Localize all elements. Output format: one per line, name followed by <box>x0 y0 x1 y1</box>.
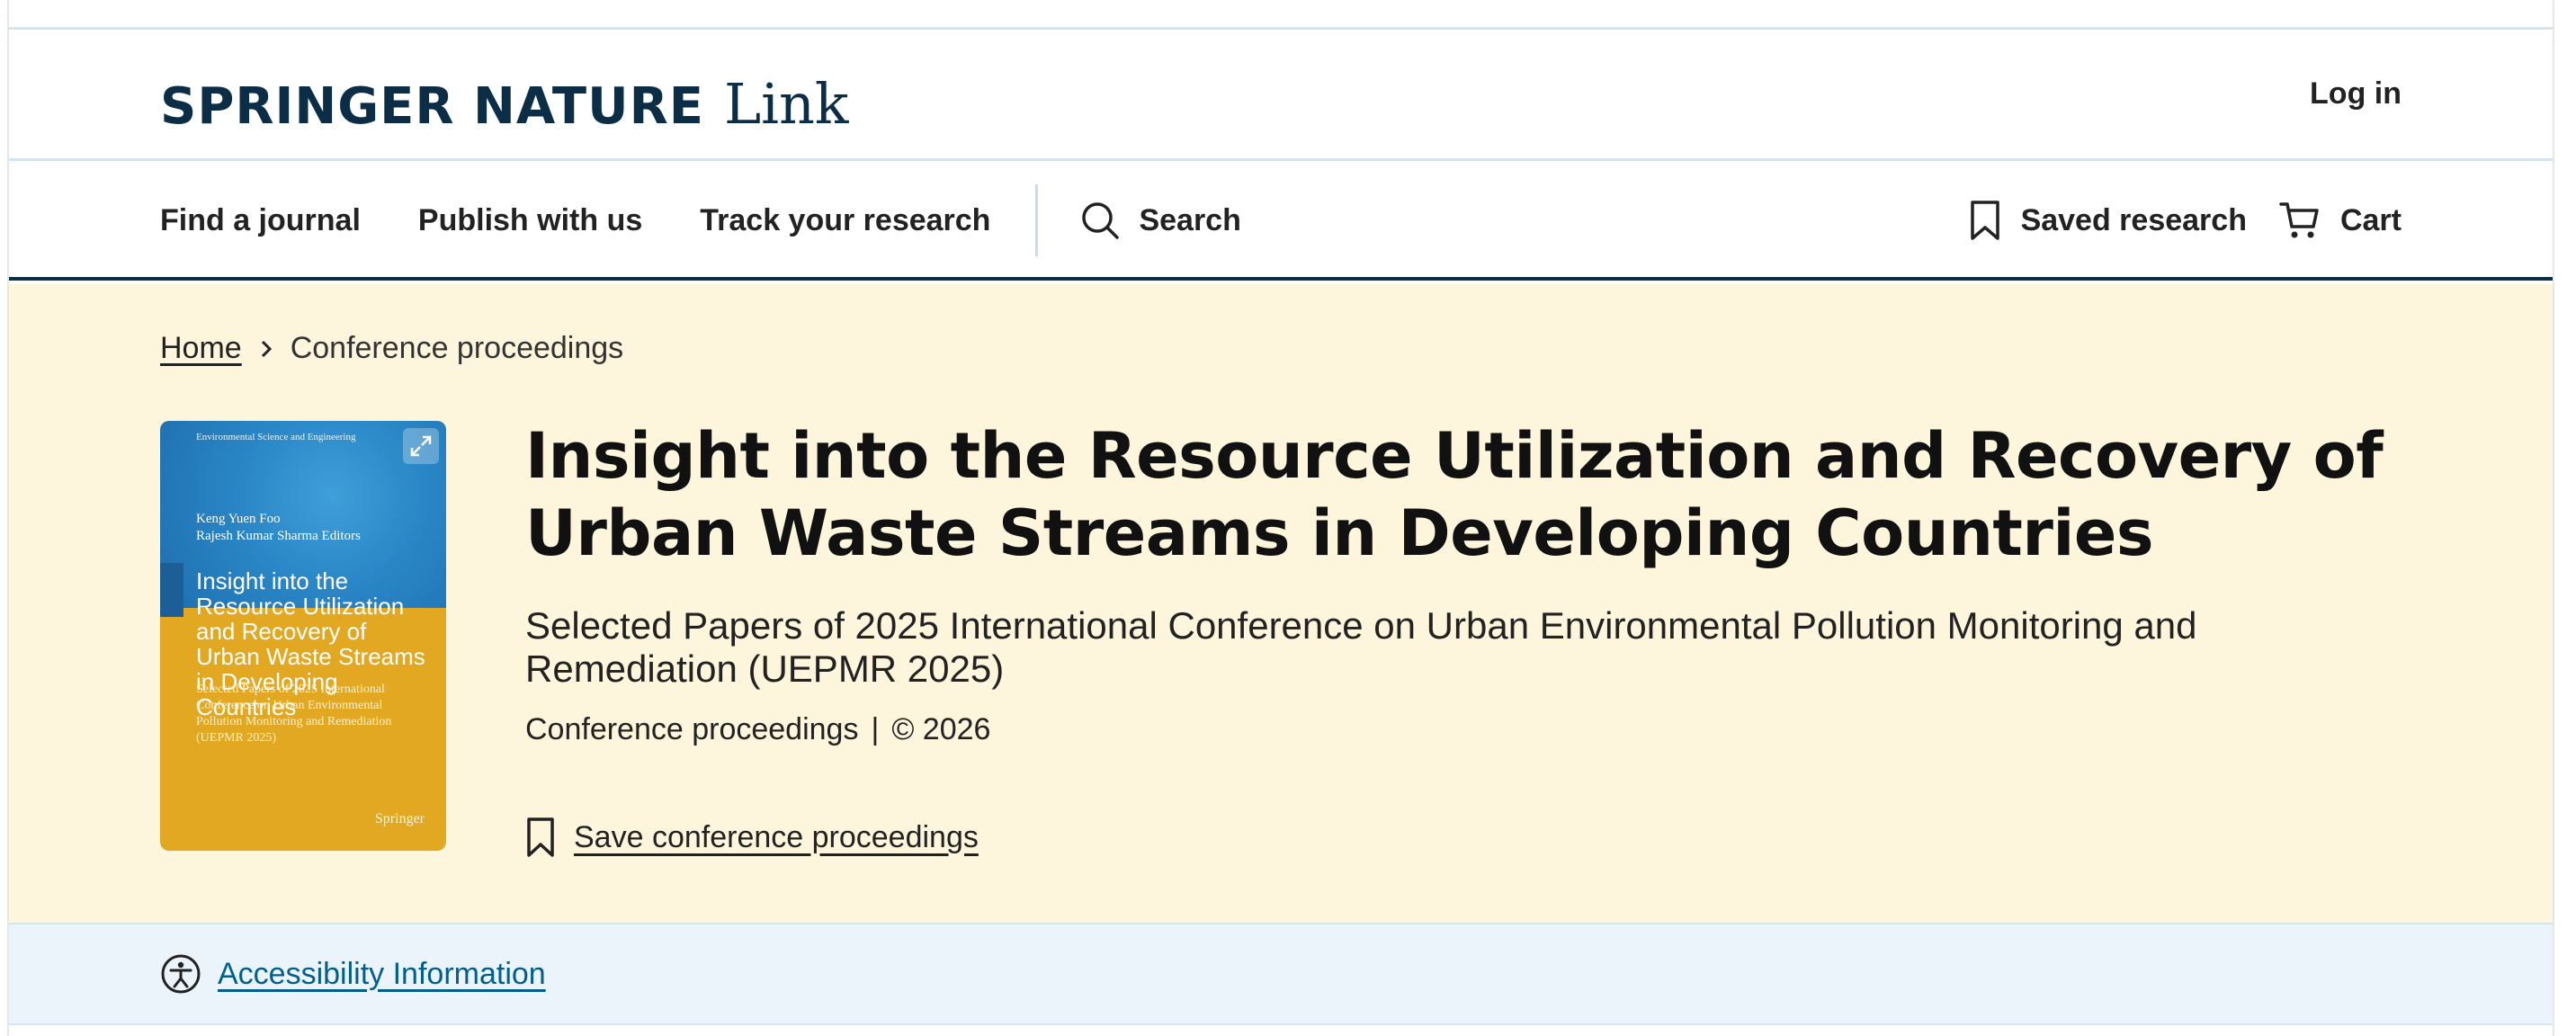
cover-stripe <box>160 563 183 617</box>
expand-icon[interactable] <box>403 428 439 464</box>
page-frame: SPRINGER NATURE Link Log in Find a journ… <box>7 0 2554 1036</box>
nav-find-journal[interactable]: Find a journal <box>160 203 361 238</box>
cart-link[interactable]: Cart <box>2279 200 2402 241</box>
save-proceedings-label: Save conference proceedings <box>574 819 979 854</box>
cover-authors: Keng Yuen Foo Rajesh Kumar Sharma Editor… <box>196 511 361 545</box>
bookmark-icon <box>527 817 554 857</box>
accessibility-icon <box>161 954 201 994</box>
book-title: Insight into the Resource Utilization an… <box>525 419 2384 570</box>
cart-icon <box>2279 202 2319 238</box>
cover-series-text: Environmental Science and Engineering <box>196 432 356 442</box>
nav-divider <box>1035 184 1039 256</box>
accessibility-bar: Accessibility Information <box>9 923 2553 1025</box>
book-info: Insight into the Resource Utilization an… <box>525 417 2432 747</box>
book-meta: Conference proceedings | © 2026 <box>525 712 2432 747</box>
meta-separator: | <box>871 712 880 746</box>
chevron-right-icon <box>261 340 272 357</box>
nav-track-research[interactable]: Track your research <box>700 203 990 238</box>
copyright-year: © 2026 <box>891 712 991 746</box>
cover-author-2: Rajesh Kumar Sharma Editors <box>196 529 361 543</box>
cover-subtitle: Selected Papers of 2025 International Co… <box>196 683 392 745</box>
cover-publisher: Springer <box>374 811 425 826</box>
saved-research-link[interactable]: Saved research <box>1969 200 2247 241</box>
logo-link-text: Link <box>723 71 849 137</box>
main-nav: Find a journal Publish with us Track you… <box>9 164 2553 281</box>
cart-label: Cart <box>2339 202 2402 237</box>
book-hero: Home Conference proceedings Environmenta… <box>9 284 2553 923</box>
saved-research-label: Saved research <box>2020 202 2247 237</box>
breadcrumb-current: Conference proceedings <box>290 331 624 365</box>
content-type: Conference proceedings <box>525 712 859 746</box>
brand-header: SPRINGER NATURE Link Log in <box>9 30 2553 161</box>
book-subtitle: Selected Papers of 2025 International Co… <box>525 604 2197 690</box>
save-proceedings-button[interactable]: Save conference proceedings <box>525 817 979 858</box>
search-label: Search <box>1139 202 1241 237</box>
search-icon <box>1082 202 1120 239</box>
cover-author-1: Keng Yuen Foo <box>196 512 281 526</box>
accessibility-link[interactable]: Accessibility Information <box>160 953 546 995</box>
login-link[interactable]: Log in <box>2310 76 2402 112</box>
nav-left-group: Find a journal Publish with us Track you… <box>160 164 1241 277</box>
breadcrumb: Home Conference proceedings <box>160 331 623 366</box>
logo-wordmark: SPRINGER NATURE <box>160 77 704 136</box>
springer-nature-link-logo[interactable]: SPRINGER NATURE Link <box>160 71 848 137</box>
search-button[interactable]: Search <box>1079 200 1241 241</box>
bookmark-icon <box>1970 201 1999 240</box>
nav-publish-with-us[interactable]: Publish with us <box>418 203 642 238</box>
book-cover-image[interactable]: Environmental Science and Engineering Ke… <box>160 421 446 851</box>
breadcrumb-home[interactable]: Home <box>160 331 242 366</box>
nav-right-group: Saved research Cart <box>1969 164 2402 277</box>
accessibility-label: Accessibility Information <box>218 956 546 991</box>
